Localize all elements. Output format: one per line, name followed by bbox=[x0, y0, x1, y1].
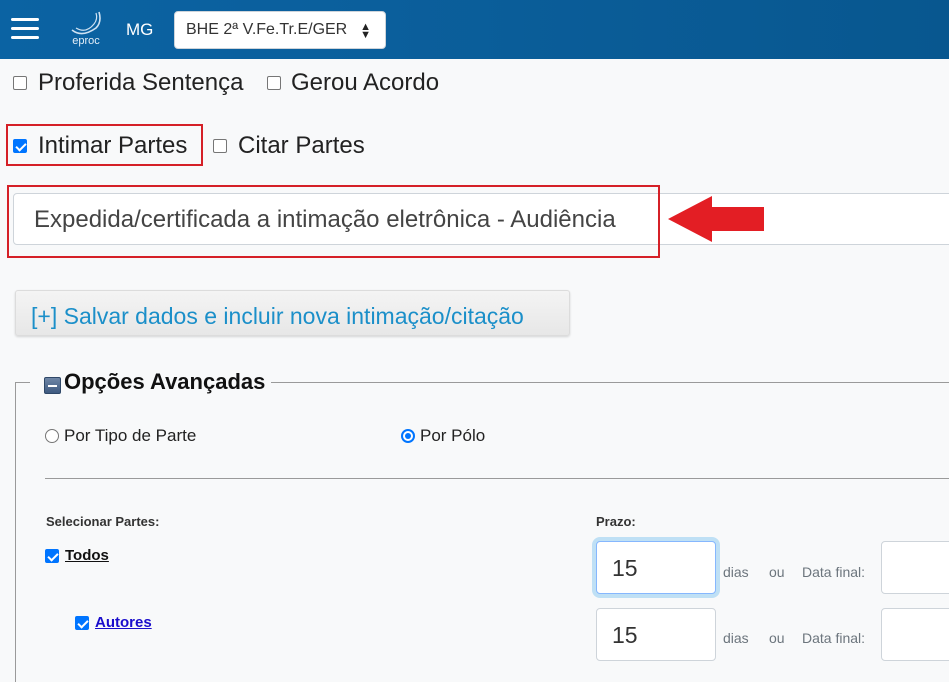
advanced-options-title: Opções Avançadas bbox=[64, 369, 266, 394]
checkbox-box[interactable] bbox=[75, 615, 89, 630]
checkbox-citar-partes[interactable]: Citar Partes bbox=[213, 132, 365, 160]
prazo-input-todos[interactable]: 15 bbox=[596, 541, 716, 594]
party-link-autores[interactable]: Autores bbox=[95, 614, 152, 631]
checkbox-label: Citar Partes bbox=[238, 132, 365, 159]
radio-button[interactable] bbox=[401, 429, 415, 443]
party-link-todos[interactable]: Todos bbox=[65, 547, 109, 564]
prazo-input-autores[interactable]: 15 bbox=[596, 608, 716, 661]
advanced-options-legend: Opções Avançadas bbox=[30, 367, 272, 397]
checkbox-label: Proferida Sentença bbox=[38, 69, 244, 96]
checkbox-label: Intimar Partes bbox=[38, 132, 188, 159]
date-final-input-todos[interactable] bbox=[881, 541, 949, 594]
checkbox-box[interactable] bbox=[267, 76, 281, 90]
or-label: ou bbox=[769, 630, 785, 646]
party-row-autores[interactable]: Autores bbox=[75, 614, 152, 631]
checkbox-box[interactable] bbox=[13, 76, 27, 90]
menu-icon[interactable] bbox=[11, 18, 39, 40]
checkbox-intimar-partes[interactable]: Intimar Partes bbox=[13, 132, 187, 160]
checkbox-box[interactable] bbox=[13, 139, 27, 153]
select-parts-label: Selecionar Partes: bbox=[46, 514, 160, 529]
collapse-icon[interactable] bbox=[44, 376, 61, 394]
radio-label: Por Pólo bbox=[420, 426, 486, 445]
prazo-label: Prazo: bbox=[596, 514, 636, 529]
date-final-label: Data final: bbox=[802, 630, 866, 646]
date-final-label: Data final: bbox=[802, 564, 866, 580]
eproc-logo: eproc bbox=[66, 10, 106, 48]
date-final-input-autores[interactable] bbox=[881, 608, 949, 661]
logo-swoosh-icon bbox=[71, 11, 101, 35]
days-label: dias bbox=[723, 630, 749, 646]
checkbox-box[interactable] bbox=[45, 548, 59, 563]
highlight-box-event bbox=[7, 185, 660, 258]
party-row-todos[interactable]: Todos bbox=[45, 547, 109, 564]
radio-label: Por Tipo de Parte bbox=[64, 426, 197, 445]
red-arrow-icon bbox=[668, 196, 764, 242]
logo-text: eproc bbox=[72, 35, 100, 47]
radio-por-tipo-de-parte[interactable]: Por Tipo de Parte bbox=[45, 426, 196, 446]
checkbox-label: Gerou Acordo bbox=[291, 69, 440, 96]
or-label: ou bbox=[769, 564, 785, 580]
checkbox-gerou-acordo[interactable]: Gerou Acordo bbox=[267, 69, 439, 97]
radio-por-polo[interactable]: Por Pólo bbox=[401, 426, 485, 446]
checkbox-box[interactable] bbox=[213, 139, 227, 153]
divider bbox=[45, 478, 949, 479]
top-navbar: eproc MG BHE 2ª V.Fe.Tr.E/GER ▲ ▼ bbox=[0, 0, 949, 59]
select-caret-icon: ▲ ▼ bbox=[360, 21, 371, 41]
unit-select-value: BHE 2ª V.Fe.Tr.E/GER bbox=[186, 21, 348, 38]
state-label: MG bbox=[126, 20, 154, 39]
radio-button[interactable] bbox=[45, 429, 59, 443]
save-and-add-button[interactable]: [+] Salvar dados e incluir nova intimaçã… bbox=[15, 290, 570, 336]
unit-select[interactable]: BHE 2ª V.Fe.Tr.E/GER ▲ ▼ bbox=[174, 11, 386, 49]
checkbox-proferida-sentenca[interactable]: Proferida Sentença bbox=[13, 69, 243, 97]
days-label: dias bbox=[723, 564, 749, 580]
